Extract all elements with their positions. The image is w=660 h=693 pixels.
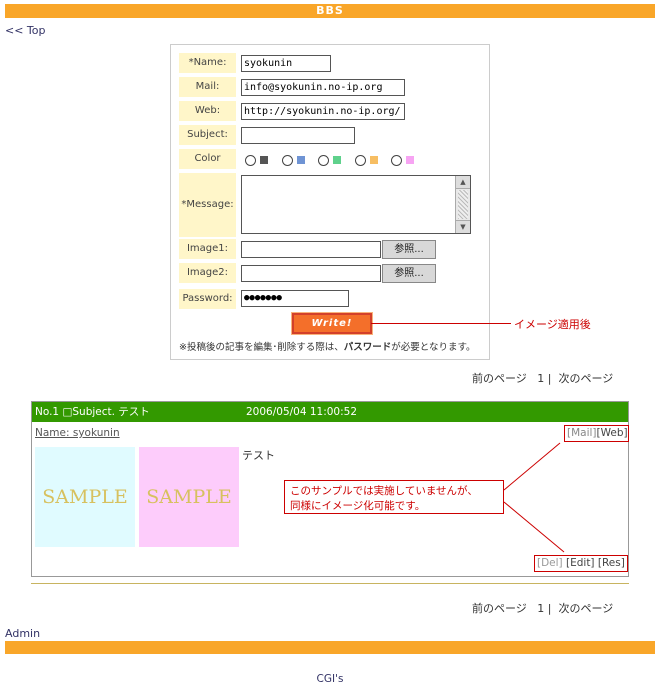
page-title: BBS (316, 4, 344, 17)
post-header: No.1 □Subject. テスト 2006/05/04 11:00:52 (32, 402, 628, 422)
top-link[interactable]: << Top (5, 24, 46, 37)
post-subject: No.1 □Subject. テスト (35, 406, 150, 418)
prev-page-link[interactable]: 前のページ (472, 602, 527, 615)
prev-page-link[interactable]: 前のページ (472, 372, 527, 385)
color-radio-3[interactable] (318, 154, 329, 166)
post-message: テスト (242, 449, 275, 462)
color-swatch-3 (333, 156, 341, 164)
scroll-down-icon[interactable]: ▼ (456, 220, 470, 233)
web-field[interactable]: http://syokunin.no-ip.org/ (241, 103, 405, 120)
edit-link[interactable]: [Edit] (566, 557, 595, 569)
color-label: Color (179, 149, 236, 169)
annotation-image-applied: イメージ適用後 (514, 318, 591, 331)
web-label: Web: (179, 101, 236, 121)
color-radio-4[interactable] (354, 154, 366, 166)
pager-top: 前のページ 1 | 次のページ (472, 370, 613, 386)
sample-image-1: SAMPLE (35, 447, 135, 547)
color-radio-5[interactable] (391, 154, 402, 166)
pager-separator: | (547, 372, 552, 385)
name-field[interactable]: syokunin (241, 55, 331, 72)
password-note: ※投稿後の記事を編集･削除する際は、パスワードが必要となります。 (179, 339, 476, 353)
name-label: *Name: (179, 53, 236, 73)
image1-field[interactable] (241, 241, 381, 258)
page-number: 1 (537, 602, 545, 615)
color-radio-1[interactable] (245, 154, 256, 166)
scroll-track[interactable] (458, 190, 468, 219)
color-swatch-5 (406, 156, 414, 164)
callout-line-2: 同様にイメージ化可能です。 (290, 500, 426, 512)
password-label: Password: (179, 289, 236, 309)
sample-image-2: SAMPLE (139, 447, 239, 547)
post-divider (31, 583, 629, 584)
image1-browse-button[interactable]: 参照... (382, 240, 436, 259)
delete-link[interactable]: [Del] (537, 557, 563, 569)
color-radio-2[interactable] (281, 154, 293, 166)
post-action-links: [Del] [Edit] [Res] (537, 557, 625, 569)
note-bold: パスワード (343, 342, 392, 353)
scroll-up-icon[interactable]: ▲ (456, 176, 470, 189)
page-footer-bar (5, 641, 655, 654)
image2-browse-button[interactable]: 参照... (382, 264, 436, 283)
callout-connector-lines (503, 442, 565, 553)
mail-field[interactable]: info@syokunin.no-ip.org (241, 79, 405, 96)
write-button[interactable]: Write! (291, 312, 373, 335)
callout-line-1: このサンプルでは実施していませんが、 (290, 485, 478, 497)
password-field[interactable]: ●●●●●●● (241, 290, 349, 307)
annotation-line (371, 323, 511, 324)
admin-link[interactable]: Admin (5, 627, 40, 640)
mail-label: Mail: (179, 77, 236, 97)
color-swatch-2 (296, 156, 305, 164)
subject-label: Subject: (179, 125, 236, 145)
page-number: 1 (537, 372, 545, 385)
post-date: 2006/05/04 11:00:52 (246, 406, 358, 418)
post-form: *Name: syokunin Mail: info@syokunin.no-i… (170, 44, 490, 360)
subject-field[interactable] (241, 127, 355, 144)
callout-box: このサンプルでは実施していませんが、 同様にイメージ化可能です。 (284, 480, 504, 514)
image1-label: Image1: (179, 239, 236, 259)
post-entry: No.1 □Subject. テスト 2006/05/04 11:00:52 N… (31, 401, 629, 577)
next-page-link[interactable]: 次のページ (559, 372, 614, 385)
reply-link[interactable]: [Res] (598, 557, 625, 569)
image2-label: Image2: (179, 263, 236, 283)
color-swatch-1 (260, 156, 268, 164)
message-textarea[interactable]: ▲ ▼ (241, 175, 471, 234)
cgis-link[interactable]: CGI's (0, 673, 660, 685)
pager-bottom: 前のページ 1 | 次のページ (472, 600, 613, 616)
pager-separator: | (547, 602, 552, 615)
note-text: ※投稿後の記事を編集･削除する際は、 (179, 342, 344, 353)
color-swatch-4 (369, 156, 378, 164)
page-header-bar: BBS (5, 4, 655, 18)
color-options (245, 153, 424, 167)
next-page-link[interactable]: 次のページ (559, 602, 614, 615)
message-label: *Message: (179, 173, 236, 237)
note-text-end: が必要となります。 (391, 342, 476, 353)
post-author[interactable]: Name: syokunin (35, 427, 120, 439)
image2-field[interactable] (241, 265, 381, 282)
message-scrollbar[interactable]: ▲ ▼ (455, 176, 470, 233)
